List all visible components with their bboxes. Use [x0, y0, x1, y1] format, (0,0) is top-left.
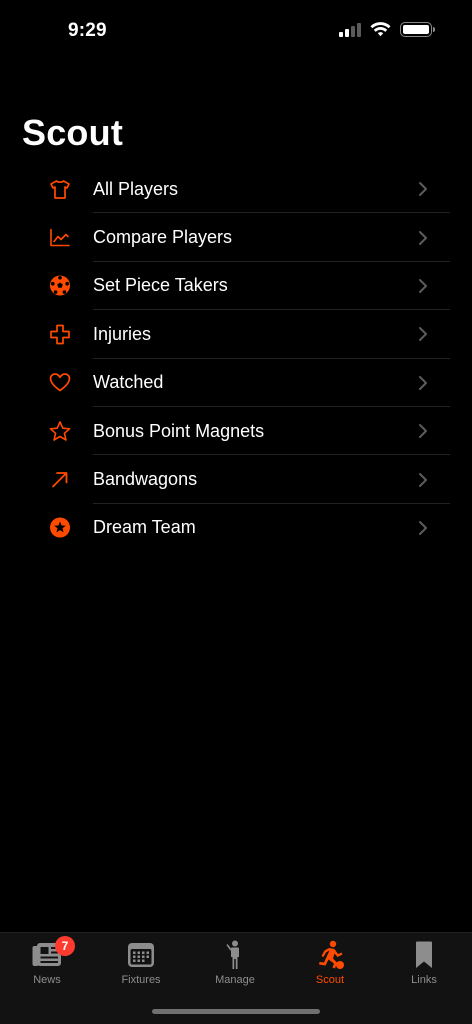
calendar-icon	[125, 939, 157, 971]
menu-item-label: All Players	[93, 178, 179, 199]
chevron-right-icon	[419, 375, 427, 390]
chevron-right-icon	[419, 327, 427, 342]
newspaper-icon: 7	[31, 936, 75, 971]
status-time: 9:29	[68, 20, 107, 41]
chevron-right-icon	[419, 278, 427, 293]
tab-links[interactable]: Links	[388, 939, 460, 986]
scout-menu: All Players Compare Players Set Piece Ta…	[0, 165, 472, 552]
tab-label: Scout	[315, 974, 345, 986]
menu-item-injuries[interactable]: Injuries	[0, 310, 472, 359]
chevron-right-icon	[419, 230, 427, 245]
wifi-icon	[370, 22, 391, 37]
menu-item-all-players[interactable]: All Players	[0, 165, 472, 214]
runner-ball-icon	[314, 939, 346, 971]
tab-label: Links	[411, 974, 437, 986]
arrow-up-right-icon	[47, 467, 72, 492]
heart-icon	[47, 370, 72, 395]
bookmark-icon	[408, 939, 440, 971]
tab-label: Fixtures	[121, 974, 161, 986]
menu-item-dream-team[interactable]: Dream Team	[0, 504, 472, 552]
menu-item-label: Set Piece Takers	[93, 275, 228, 296]
notification-badge: 7	[55, 936, 75, 956]
status-icons	[339, 22, 435, 37]
menu-item-label: Injuries	[93, 323, 152, 344]
person-standing-icon	[219, 939, 251, 971]
menu-item-set-piece-takers[interactable]: Set Piece Takers	[0, 262, 472, 311]
soccer-ball-icon	[47, 273, 72, 298]
chevron-right-icon	[419, 472, 427, 487]
menu-item-label: Bonus Point Magnets	[93, 420, 265, 441]
menu-item-label: Bandwagons	[93, 469, 198, 490]
chart-line-icon	[47, 225, 72, 250]
battery-icon	[400, 22, 435, 37]
menu-item-bandwagons[interactable]: Bandwagons	[0, 455, 472, 504]
chevron-right-icon	[419, 182, 427, 197]
chevron-right-icon	[419, 520, 427, 535]
star-icon	[47, 419, 72, 444]
status-bar: 9:29	[0, 0, 472, 64]
menu-item-watched[interactable]: Watched	[0, 359, 472, 407]
tab-label: Manage	[215, 974, 255, 986]
tab-news[interactable]: 7 News	[11, 936, 83, 986]
menu-item-label: Compare Players	[93, 227, 233, 248]
shirt-icon	[47, 177, 72, 202]
tab-scout[interactable]: Scout	[294, 939, 366, 986]
page-title: Scout	[22, 112, 124, 153]
home-indicator	[152, 1009, 320, 1014]
tab-manage[interactable]: Manage	[199, 939, 271, 986]
star-circle-icon	[47, 515, 72, 540]
tab-fixtures[interactable]: Fixtures	[105, 939, 177, 986]
chevron-right-icon	[419, 424, 427, 439]
menu-item-compare-players[interactable]: Compare Players	[0, 213, 472, 262]
menu-item-bonus-point-magnets[interactable]: Bonus Point Magnets	[0, 407, 472, 456]
medical-cross-icon	[47, 322, 72, 347]
menu-item-label: Dream Team	[93, 517, 196, 538]
tab-label: News	[33, 974, 61, 986]
cellular-signal-icon	[339, 22, 361, 37]
menu-item-label: Watched	[93, 372, 164, 393]
